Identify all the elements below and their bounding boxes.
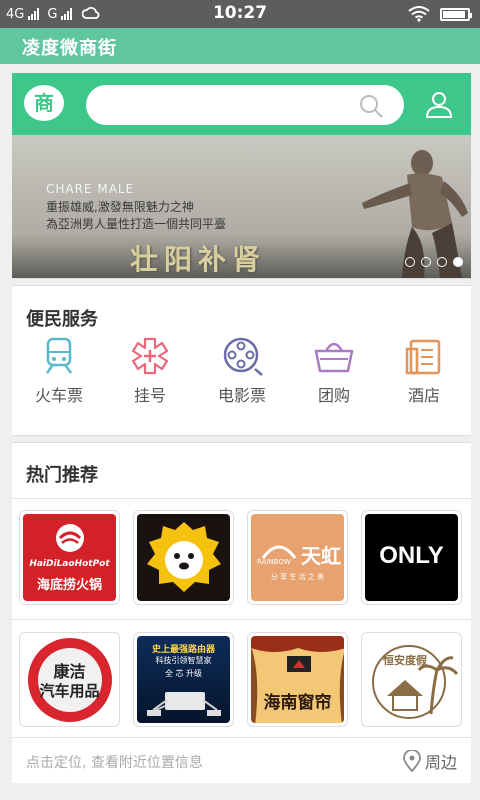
service-registration[interactable]: 挂号: [110, 335, 190, 406]
haidilao-emblem: [56, 524, 84, 552]
palm-house-icon: [372, 645, 458, 719]
hot-title-line: [12, 498, 471, 499]
wifi-icon: [408, 6, 430, 22]
router-title: 史上最强路由器: [151, 645, 215, 655]
kangjie-logo: 康洁 汽车用品: [23, 636, 116, 723]
hainan-curtain-ad: 海南窗帘: [251, 636, 344, 723]
service-registration-label: 挂号: [133, 386, 166, 405]
nearby-label: 周边: [424, 753, 457, 772]
search-icon[interactable]: [358, 93, 384, 119]
suning-tile[interactable]: [133, 510, 234, 605]
convenience-title: 便民服务: [26, 309, 98, 330]
location-hint[interactable]: 点击定位, 查看附近位置信息: [26, 752, 203, 772]
only-logo: ONLY: [365, 514, 458, 601]
router-tag: 全 芯 升级: [164, 669, 203, 678]
service-hotel-label: 酒店: [407, 386, 440, 405]
row-separator: [12, 619, 471, 620]
router-device-icon: [146, 692, 221, 716]
only-tile[interactable]: ONLY: [361, 510, 462, 605]
convenience-services: 火车票 挂号 电影票 团购 酒店: [12, 335, 471, 415]
film-reel-icon: [223, 337, 263, 376]
haidilao-cn: 海底捞火锅: [36, 578, 102, 593]
service-hotel[interactable]: 酒店: [384, 335, 464, 406]
slide-indicator: [405, 257, 463, 267]
promo-banner[interactable]: CHARE MALE 重振雄威,激發無限魅力之神 為亞洲男人量性打造一個共同平臺…: [12, 135, 471, 278]
section-divider-2: [12, 435, 471, 443]
medical-cross-icon: [131, 337, 169, 375]
section-divider: [12, 278, 471, 286]
footer-separator: [12, 737, 471, 738]
rainbow-arc-icon: [261, 545, 297, 559]
location-footer: 点击定位, 查看附近位置信息 周边: [12, 741, 471, 783]
service-train-label: 火车票: [34, 386, 83, 405]
hainan-curtain-tile[interactable]: 海南窗帘: [247, 632, 348, 727]
hengan-tile[interactable]: 恒安度假: [361, 632, 462, 727]
banner-english: CHARE MALE: [46, 182, 135, 196]
train-icon: [45, 337, 73, 374]
haidilao-tile[interactable]: HaiDiLaoHotPot 海底捞火锅: [19, 510, 120, 605]
hainan-curtain-text: 海南窗帘: [263, 693, 332, 713]
slide-dot[interactable]: [421, 257, 431, 267]
main-panel: 商 CHARE MALE 重振雄威,激發無限魅力之神 為亞洲男人量性打造一個共同…: [12, 73, 471, 783]
service-groupbuy[interactable]: 团购: [294, 335, 374, 406]
banner-line-2: 為亞洲男人量性打造一個共同平臺: [46, 217, 227, 231]
slide-dot[interactable]: [437, 257, 447, 267]
banner-headline: 壮阳补肾: [130, 243, 267, 276]
only-text: ONLY: [379, 542, 444, 569]
service-movie[interactable]: 电影票: [202, 335, 282, 406]
kangjie-sub: 汽车用品: [39, 682, 100, 700]
tianhong-en: RAINBOW: [257, 558, 291, 566]
search-bar: 商: [12, 73, 471, 135]
router-ad: 史上最强路由器 科技引领智慧家 全 芯 升级: [137, 636, 230, 723]
service-movie-label: 电影票: [217, 386, 266, 405]
hengan-logo: 恒安度假: [365, 636, 458, 723]
haidilao-en: HaiDiLaoHotPot: [29, 559, 110, 569]
router-tile[interactable]: 史上最强路由器 科技引领智慧家 全 芯 升级: [133, 632, 234, 727]
service-train[interactable]: 火车票: [19, 335, 99, 406]
status-right: [408, 6, 472, 22]
battery-icon: [440, 7, 472, 21]
suning-logo: [137, 514, 230, 601]
lion-logo-icon: [147, 522, 221, 592]
user-icon[interactable]: [424, 89, 454, 119]
hengan-text: 恒安度假: [383, 654, 427, 667]
tianhong-cn: 天虹: [301, 544, 341, 568]
kangjie-tile[interactable]: 康洁 汽车用品: [19, 632, 120, 727]
search-input[interactable]: [86, 85, 404, 125]
slide-dot[interactable]: [453, 257, 463, 267]
location-pin-icon: [403, 750, 421, 772]
haidilao-logo: HaiDiLaoHotPot 海底捞火锅: [23, 514, 116, 601]
kangjie-name: 康洁: [53, 662, 86, 681]
service-groupbuy-label: 团购: [317, 386, 350, 405]
banner-line-1: 重振雄威,激發無限魅力之神: [46, 200, 194, 214]
hot-title: 热门推荐: [26, 465, 98, 486]
status-bar: 4G G 10:27: [0, 0, 480, 28]
basket-icon: [314, 342, 354, 373]
nearby-button[interactable]: 周边: [403, 749, 457, 773]
app-title: 凌度微商街: [22, 38, 117, 59]
tianhong-tagline: 分 享 生 活 之 美: [270, 573, 325, 581]
tianhong-logo: RAINBOW 天虹 分 享 生 活 之 美: [251, 514, 344, 601]
router-sub: 科技引领智慧家: [155, 656, 212, 665]
shop-logo[interactable]: 商: [24, 85, 64, 121]
tianhong-tile[interactable]: RAINBOW 天虹 分 享 生 活 之 美: [247, 510, 348, 605]
app-bar: 凌度微商街: [0, 28, 480, 64]
slide-dot[interactable]: [405, 257, 415, 267]
hotel-document-icon: [405, 339, 441, 375]
